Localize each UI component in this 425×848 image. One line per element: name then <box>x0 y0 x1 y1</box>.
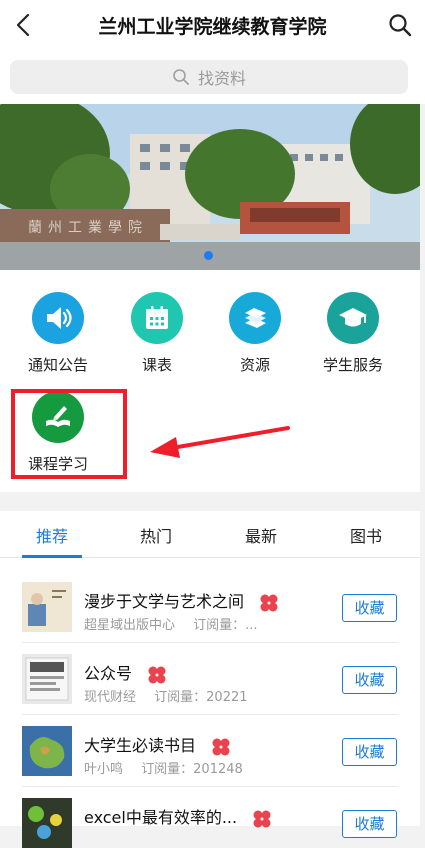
page-title: 兰州工业学院继续教育学院 <box>98 15 327 38</box>
search-input[interactable]: 找资料 <box>10 60 408 94</box>
favorite-button[interactable]: 收藏 <box>342 666 397 694</box>
content-tabs: 推荐 热门 最新 图书 <box>0 511 420 558</box>
search-icon[interactable] <box>385 10 415 40</box>
tab-latest[interactable]: 最新 <box>231 523 291 547</box>
favorite-button[interactable]: 收藏 <box>342 738 397 766</box>
menu-item-label: 资源 <box>239 356 270 374</box>
recommend-flower-icon <box>148 666 166 683</box>
books-icon <box>229 292 281 344</box>
graduation-cap-icon <box>327 292 379 344</box>
carousel-indicator[interactable] <box>204 251 213 260</box>
book-cover-thumbnail <box>22 582 72 632</box>
campus-banner[interactable]: 蘭州工業學院 <box>0 104 420 270</box>
item-title: excel中最有效率的... <box>84 804 272 829</box>
favorite-button[interactable]: 收藏 <box>342 594 397 622</box>
subscription-list: 漫步于文学与艺术之间 超星域出版中心 订阅量：... 收藏 公众号 现代财经 订… <box>0 558 420 848</box>
annotation-arrow-icon <box>150 426 290 458</box>
menu-item-label: 课表 <box>141 356 172 374</box>
list-item[interactable]: 公众号 现代财经 订阅量：20221 收藏 <box>0 630 420 715</box>
search-placeholder: 找资料 <box>197 69 246 88</box>
recommend-flower-icon <box>212 738 230 755</box>
tab-recommended[interactable]: 推荐 <box>22 523 82 547</box>
magazine-cover-thumbnail <box>22 654 72 704</box>
speaker-icon <box>32 292 84 344</box>
svg-text:蘭州工業學院: 蘭州工業學院 <box>28 220 148 236</box>
menu-item-label: 通知公告 <box>27 356 88 374</box>
excel-cover-thumbnail <box>22 798 72 848</box>
list-item[interactable]: excel中最有效率的... 收藏 <box>0 774 420 848</box>
tab-popular[interactable]: 热门 <box>126 523 186 547</box>
campus-gate-sign: 蘭州工業學院 <box>28 220 148 236</box>
search-icon <box>173 69 189 85</box>
tab-books[interactable]: 图书 <box>336 523 396 547</box>
search-bar: 找资料 <box>0 50 425 104</box>
menu-item-label: 学生服务 <box>322 356 383 374</box>
menu-item-notice[interactable]: 通知公告 <box>13 292 103 375</box>
favorite-button[interactable]: 收藏 <box>342 810 397 838</box>
calendar-icon <box>131 292 183 344</box>
item-title: 公众号 <box>84 660 167 685</box>
menu-item-resources[interactable]: 资源 <box>210 292 300 375</box>
back-arrow-icon[interactable] <box>10 10 40 40</box>
menu-item-student-services[interactable]: 学生服务 <box>308 292 398 375</box>
list-item[interactable]: 漫步于文学与艺术之间 超星域出版中心 订阅量：... 收藏 <box>0 558 420 643</box>
item-title: 漫步于文学与艺术之间 <box>84 588 279 613</box>
top-bar: 兰州工业学院继续教育学院 <box>0 0 425 50</box>
recommend-flower-icon <box>260 594 278 611</box>
campus-gate-image: 蘭州工業學院 <box>0 104 420 270</box>
menu-item-timetable[interactable]: 课表 <box>112 292 202 375</box>
list-item[interactable]: 大学生必读书目 叶小鸣 订阅量：201248 收藏 <box>0 702 420 787</box>
highlight-box <box>11 389 127 479</box>
item-title: 大学生必读书目 <box>84 732 231 757</box>
map-cover-thumbnail <box>22 726 72 776</box>
